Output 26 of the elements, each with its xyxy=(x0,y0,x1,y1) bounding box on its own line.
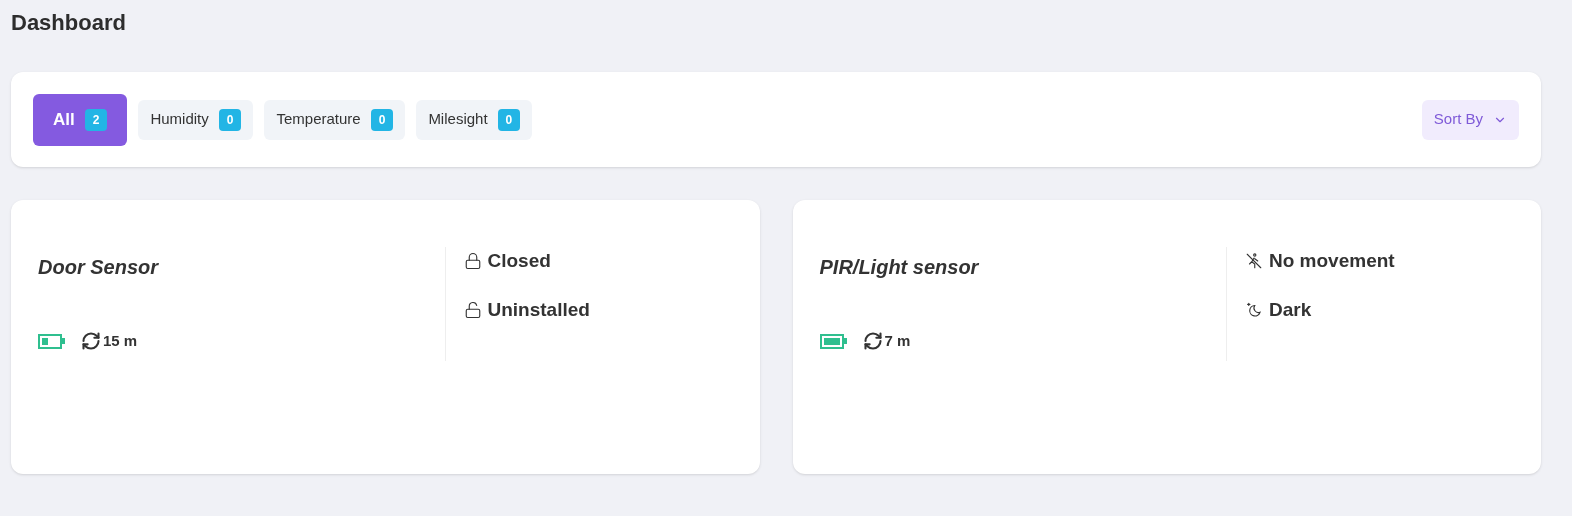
device-name: PIR/Light sensor xyxy=(819,255,980,280)
filter-tab[interactable]: Temperature 0 xyxy=(264,99,406,140)
count-badge: 0 xyxy=(497,108,521,131)
filter-tab[interactable]: Humidity 0 xyxy=(138,99,254,140)
unlocked-icon xyxy=(463,300,482,319)
battery-icon xyxy=(38,333,65,349)
status-label: Uninstalled xyxy=(487,297,590,322)
refresh-icon xyxy=(862,331,883,352)
moon-icon xyxy=(1245,300,1263,319)
sort-dropdown[interactable]: Sort By xyxy=(1421,99,1519,140)
update-interval: 15 m xyxy=(103,331,138,351)
count-badge: 0 xyxy=(218,108,242,131)
no-motion-icon xyxy=(1245,252,1263,271)
refresh-icon xyxy=(81,331,101,352)
count-badge: 2 xyxy=(84,108,108,131)
count-badge: 0 xyxy=(370,108,394,131)
status-label: No movement xyxy=(1269,249,1395,273)
device-name: Door Sensor xyxy=(38,255,160,280)
update-interval: 7 m xyxy=(884,331,911,351)
status-label: Dark xyxy=(1269,297,1312,322)
status-label: Closed xyxy=(487,249,551,273)
filter-tab[interactable]: Milesight 0 xyxy=(416,99,533,140)
lock-icon xyxy=(463,252,482,271)
filter-tab[interactable]: All 2 xyxy=(33,93,128,146)
page-title: Dashboard xyxy=(11,9,127,37)
battery-icon xyxy=(819,333,847,349)
